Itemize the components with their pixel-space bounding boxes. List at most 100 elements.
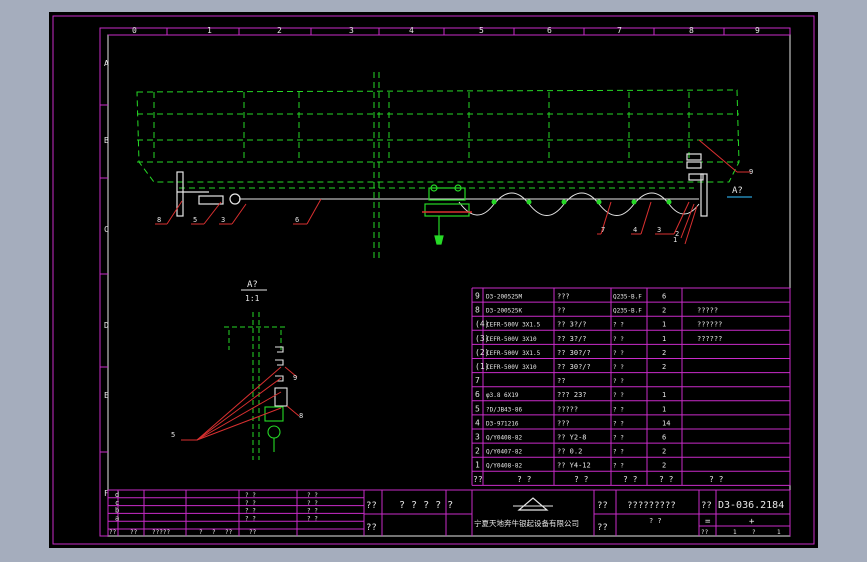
side-callout-2: 8 [299,412,303,420]
bom-name: ?? 30?/? [557,349,591,357]
bom-qty: 1 [662,335,666,343]
bom-material: ? ? [613,378,624,385]
sheet-b: 1 [733,529,737,536]
tb-right-label-2: ?? [597,523,608,533]
bom-note: ????? [697,307,718,315]
rev-letter-d: d [115,491,119,499]
bom-code: Q/Y0407-82 [486,449,523,456]
bom-material: ? ? [613,392,624,399]
bom-no: 9 [475,292,480,301]
bom-material: Q235-B.F [613,308,642,315]
callout-5: 7 [601,226,605,234]
bom-header-1: ? ? [517,475,532,484]
rev-letter-b: b [115,507,119,515]
section-marker-label: A? [732,186,743,196]
bom-no: 6 [475,390,480,399]
column-label-7: 7 [617,26,622,35]
bom-header-2: ? ? [574,475,589,484]
cad-drawing: 0123456789 ABCDEF A? 8 5 3 67 4 3 219 A?… [52,15,815,545]
bom-qty: 14 [662,419,670,427]
bom-note: ?????? [697,335,722,343]
tb-bottom-5: ?? [225,529,233,536]
track-outline [136,89,740,183]
bom-no: 4 [475,418,480,427]
tb-left-label-2: ?? [366,523,377,533]
sheet-mark: + [749,517,755,527]
callout-9: 1 [673,236,677,244]
bom-no: 1 [475,461,480,470]
bom-material: ? ? [613,435,624,442]
rev-cell: ? ? [245,500,256,507]
bom-header-5: ? ? [709,475,724,484]
drawing-title: ? ? ? ? ? [399,500,453,511]
rev-letter-a: a [115,514,119,522]
turnbuckle [198,195,224,205]
bom-header-4: ? ? [659,475,674,484]
title-block: d? ?? ?c? ?? ?b? ?? ?a? ?? ?????????????… [107,489,791,536]
column-label-group: 0 1 2 3 4 5 6 7 8 9 [132,26,760,35]
bom-material: Q235-B.F [613,294,642,301]
bom-no: 7 [475,376,480,385]
left-end-stop [176,171,241,217]
drawing-viewport[interactable]: 0123456789 ABCDEF A? 8 5 3 6 7 4 3 2 1 9… [49,12,818,548]
bom-material: ? ? [613,364,624,371]
cable-trolleys [491,199,672,205]
callout-6: 4 [633,226,637,234]
tb-bottom-1: ?? [130,529,138,536]
frame-inner [107,34,791,537]
sheet-a: ?? [701,529,709,536]
callout-3: 3 [221,216,225,224]
bom-code: Q/Y0408-82 [486,435,523,442]
rev-letter-c: c [115,499,119,507]
bom-name: ?? 3?/? [557,335,587,343]
bom-material: ? ? [613,322,624,329]
callout-1: 8 [157,216,161,224]
tb-bottom-6: ?? [249,529,257,536]
main-callout-labels: 8 5 3 67 4 3 219 [157,168,753,244]
rev-cell2: ? ? [307,508,318,515]
column-label-8: 8 [689,26,694,35]
bom-name: ??? [557,419,570,427]
column-label-1: 1 [207,26,212,35]
hoist-assembly [424,184,470,245]
bom-no: 8 [475,306,480,315]
bom-code: φ3.8 6X19 [486,392,519,399]
rev-cell: ? ? [245,508,256,515]
bracket-2 [686,161,702,169]
bom-code: Q/Y0408-82 [486,463,523,470]
company-name: 宁夏天地奔牛银起设备有限公司 [474,518,579,528]
bom-code: D3-971216 [486,420,519,427]
row-label-e: E [104,391,109,400]
bom-qty: 2 [662,462,666,470]
view-scale: 1:1 [245,294,260,303]
row-label-d: D [104,321,109,330]
column-label-9: 9 [755,26,760,35]
bom-name: ?? [557,307,565,315]
bom-name: ??? [557,293,570,301]
bom-qty: 2 [662,349,666,357]
bom-code: CEFR-500V 3X10 [486,336,537,343]
drawing-name: ????????? [627,501,676,511]
dwg-label: ?? [701,501,712,511]
rev-cell2: ? ? [307,515,318,522]
bom-name: ????? [557,405,578,413]
bom-material: ? ? [613,420,624,427]
bom-header-0: ?? [473,475,483,484]
bom-code: CEFR-500V 3X1.5 [486,322,541,329]
column-label-5: 5 [479,26,484,35]
bom-name: ??? 23? [557,391,587,399]
bom-qty: 6 [662,434,666,442]
side-callout-1: 9 [293,374,297,382]
tb-bottom-3: ? [199,529,203,536]
scale-mark: = [705,517,711,527]
bom-name: ?? Y4-12 [557,462,591,470]
bom-qty: 2 [662,448,666,456]
bom-qty: 2 [662,363,666,371]
rev-cell2: ? ? [307,500,318,507]
bom-table: 9 D3-200525M??? Q235-B.F 6 8 D3-200525K?? Q235… [471,287,791,486]
row-label-a: A [104,59,109,68]
view-title: A? [247,280,258,290]
bom-qty: 6 [662,293,666,301]
bom-name: ?? 0.2 [557,448,582,456]
bom-no: 3 [475,433,480,442]
